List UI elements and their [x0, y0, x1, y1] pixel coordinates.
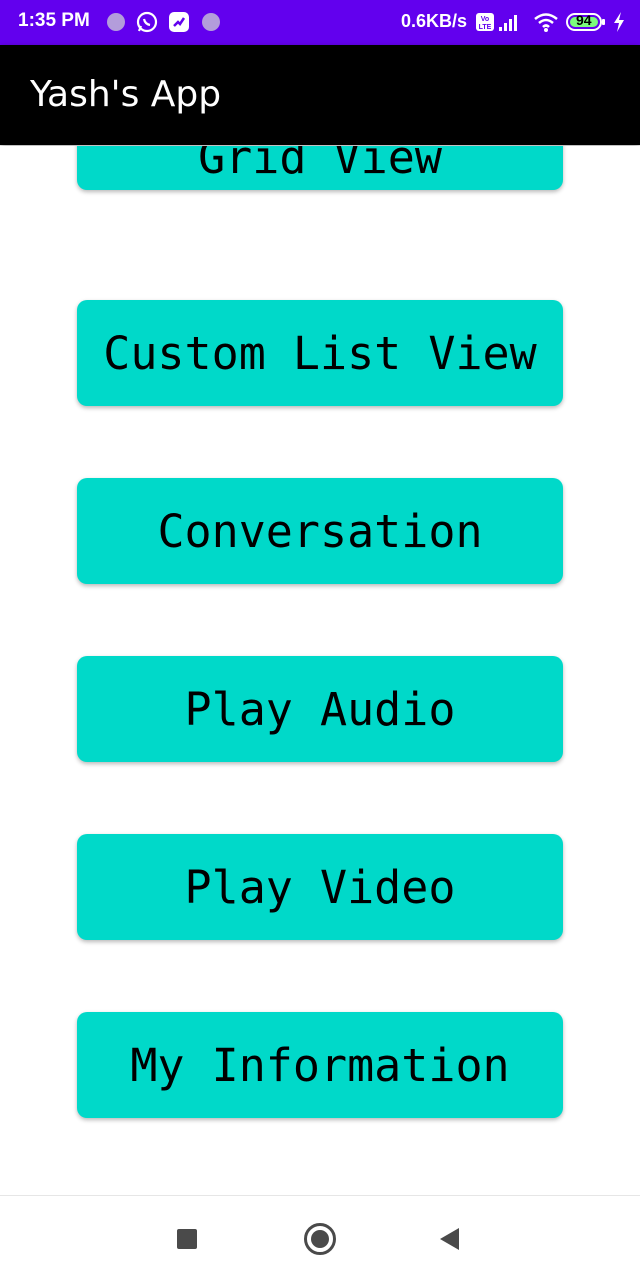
menu-scroll-view[interactable]: Grid View Custom List View Conversation … [0, 146, 640, 1194]
recents-square-icon[interactable] [177, 1229, 197, 1249]
app-bar: Yash's App [0, 45, 640, 145]
signal-icon [499, 15, 517, 31]
svg-text:LTE: LTE [479, 24, 492, 31]
home-circle-icon[interactable] [304, 1223, 336, 1255]
app-title: Yash's App [30, 74, 222, 115]
volte-icon: Vo LTE [476, 13, 494, 31]
charging-icon [614, 12, 624, 32]
grid-view-button-label: Grid View [198, 146, 442, 184]
svg-text:Vo: Vo [481, 16, 489, 23]
my-information-button-label: My Information [130, 1038, 510, 1092]
status-time: 1:35 PM [18, 10, 90, 31]
custom-list-view-button[interactable]: Custom List View [77, 300, 563, 406]
status-bar: 1:35 PM 0.6KB/s Vo LTE 94 [0, 0, 640, 45]
conversation-button[interactable]: Conversation [77, 478, 563, 584]
wifi-icon [534, 13, 558, 32]
my-information-button[interactable]: My Information [77, 1012, 563, 1118]
system-nav-bar [0, 1195, 640, 1280]
notification-dot-icon [107, 13, 125, 31]
network-speed: 0.6KB/s [401, 11, 468, 31]
play-video-button-label: Play Video [184, 860, 456, 914]
play-video-button[interactable]: Play Video [77, 834, 563, 940]
app-notification-icon [169, 12, 189, 32]
notification-dot-icon [202, 13, 220, 31]
whatsapp-icon [136, 11, 158, 33]
battery-level: 94 [576, 12, 592, 28]
conversation-button-label: Conversation [157, 504, 483, 558]
back-triangle-icon[interactable] [440, 1228, 459, 1250]
play-audio-button-label: Play Audio [184, 682, 456, 736]
play-audio-button[interactable]: Play Audio [77, 656, 563, 762]
grid-view-button[interactable]: Grid View [77, 146, 563, 190]
custom-list-view-button-label: Custom List View [103, 326, 537, 380]
